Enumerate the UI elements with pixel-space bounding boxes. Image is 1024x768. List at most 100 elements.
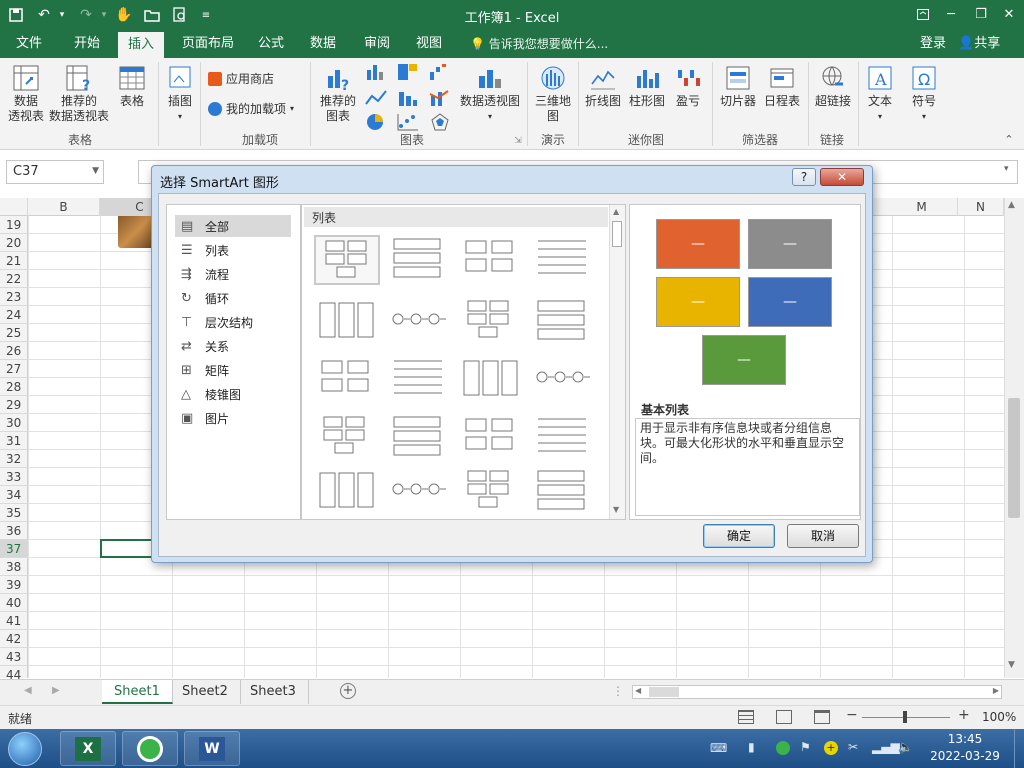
zoom-level[interactable]: 100% (982, 710, 1016, 724)
smartart-layout-thumbnail[interactable] (458, 235, 524, 285)
tab-home[interactable]: 开始 (64, 30, 110, 58)
sparkline-winloss-button[interactable]: 盈亏 (670, 64, 706, 109)
usb-icon[interactable]: ▮ (748, 740, 755, 754)
start-button-icon[interactable] (8, 732, 42, 766)
excel-taskbar-icon[interactable]: X (60, 731, 116, 766)
sheet-tab-2[interactable]: Sheet2 (170, 680, 241, 704)
next-sheet-icon[interactable]: ▶ (52, 685, 60, 696)
redo-dropdown-icon[interactable]: ▾ (94, 5, 114, 25)
clock-date[interactable]: 2022-03-29 (922, 749, 1008, 763)
tray-flag-icon[interactable]: ⚑ (800, 740, 811, 754)
row-header[interactable]: 37 (0, 540, 28, 558)
tab-page-layout[interactable]: 页面布局 (172, 30, 244, 58)
category-item[interactable]: ⊞ 矩阵 (175, 359, 291, 381)
normal-view-icon[interactable] (738, 710, 754, 724)
scroll-down-icon[interactable]: ▼ (1008, 660, 1015, 670)
row-header[interactable]: 26 (0, 342, 28, 360)
page-layout-view-icon[interactable] (776, 710, 792, 724)
3d-map-button[interactable]: 三维地 图 (532, 64, 574, 124)
tab-data[interactable]: 数据 (300, 30, 346, 58)
tray-app-icon[interactable] (776, 741, 790, 755)
undo-dropdown-icon[interactable]: ▾ (52, 5, 72, 25)
zoom-out-icon[interactable]: − (846, 707, 858, 723)
help-button[interactable]: ? (792, 168, 816, 186)
symbol-button[interactable]: Ω 符号 ▾ (906, 64, 942, 124)
row-header[interactable]: 30 (0, 414, 28, 432)
illustrations-button[interactable]: 插图 ▾ (162, 64, 198, 124)
open-icon[interactable] (142, 5, 162, 25)
gallery-scroll-down-icon[interactable]: ▼ (613, 505, 619, 514)
smartart-layout-thumbnail[interactable] (386, 355, 452, 405)
horizontal-scrollbar[interactable]: ◀ ▶ (632, 685, 1002, 699)
show-desktop-button[interactable] (1014, 729, 1024, 768)
tab-split-handle[interactable]: ⋮ (612, 684, 624, 698)
row-header[interactable]: 40 (0, 594, 28, 612)
gallery-scroll-thumb[interactable] (612, 221, 622, 247)
category-item[interactable]: ⇶ 流程 (175, 263, 291, 285)
smartart-layout-thumbnail[interactable] (314, 467, 380, 517)
touch-mode-icon[interactable]: ✋ (114, 5, 134, 25)
smartart-layout-thumbnail[interactable] (458, 297, 524, 347)
customize-icon[interactable]: ≡ (196, 5, 216, 25)
word-taskbar-icon[interactable]: W (184, 731, 240, 766)
pivot-chart-button[interactable]: 数据透视图 ▾ (458, 64, 522, 124)
smartart-layout-thumbnail[interactable] (458, 413, 524, 463)
row-header[interactable]: 22 (0, 270, 28, 288)
row-header[interactable]: 29 (0, 396, 28, 414)
smartart-layout-thumbnail[interactable] (530, 297, 596, 347)
zoom-slider-thumb[interactable] (903, 711, 907, 723)
column-header-m[interactable]: M (886, 198, 958, 216)
category-item[interactable]: △ 棱锥图 (175, 383, 291, 405)
hyperlink-button[interactable]: 超链接 (812, 64, 854, 109)
scroll-left-icon[interactable]: ◀ (635, 686, 641, 695)
row-header[interactable]: 43 (0, 648, 28, 666)
vertical-scrollbar[interactable]: ▲ ▼ (1004, 198, 1024, 678)
scroll-right-icon[interactable]: ▶ (993, 686, 999, 695)
horizontal-scroll-thumb[interactable] (649, 687, 679, 697)
smartart-layout-thumbnail[interactable] (458, 467, 524, 517)
recommended-charts-button[interactable]: ? 推荐的 图表 (316, 64, 360, 124)
undo-icon[interactable]: ↶ (34, 5, 54, 25)
print-preview-icon[interactable] (170, 5, 190, 25)
smartart-layout-thumbnail[interactable] (314, 297, 380, 347)
category-item[interactable]: ▤ 全部 (175, 215, 291, 237)
sparkline-column-button[interactable]: 柱形图 (626, 64, 668, 109)
clock-time[interactable]: 13:45 (930, 732, 1000, 746)
add-sheet-icon[interactable]: + (340, 683, 356, 699)
hierarchy-chart-icon[interactable] (394, 62, 422, 86)
category-item[interactable]: ▣ 图片 (175, 407, 291, 429)
smartart-layout-thumbnail[interactable] (386, 235, 452, 285)
row-header[interactable]: 20 (0, 234, 28, 252)
category-item[interactable]: ☰ 列表 (175, 239, 291, 261)
smartart-layout-thumbnail[interactable] (530, 355, 596, 405)
page-break-view-icon[interactable] (814, 710, 830, 724)
login-link[interactable]: 登录 (920, 30, 946, 58)
tell-me-box[interactable]: 💡 告诉我您想要做什么... (470, 30, 608, 58)
column-header-n[interactable]: N (958, 198, 1004, 216)
gallery-scrollbar[interactable]: ▲ ▼ (609, 205, 625, 519)
expand-formula-icon[interactable]: ▾ (1004, 164, 1009, 174)
scroll-up-icon[interactable]: ▲ (1008, 200, 1015, 210)
row-header[interactable]: 36 (0, 522, 28, 540)
timeline-button[interactable]: 日程表 (760, 64, 804, 109)
row-header[interactable]: 42 (0, 630, 28, 648)
row-header[interactable]: 33 (0, 468, 28, 486)
tab-formulas[interactable]: 公式 (248, 30, 294, 58)
row-header[interactable]: 38 (0, 558, 28, 576)
restore-icon[interactable]: ❐ (970, 4, 992, 24)
tab-file[interactable]: 文件 (6, 30, 52, 58)
row-header[interactable]: 25 (0, 324, 28, 342)
row-header[interactable]: 31 (0, 432, 28, 450)
gallery-scroll-up-icon[interactable]: ▲ (613, 207, 619, 216)
smartart-layout-thumbnail[interactable] (386, 467, 452, 517)
slicer-button[interactable]: 切片器 (716, 64, 760, 109)
recommended-pivot-button[interactable]: ? 推荐的 数据透视表 (48, 64, 110, 124)
row-header[interactable]: 32 (0, 450, 28, 468)
dialog-close-button[interactable]: ✕ (820, 168, 864, 186)
select-all-corner[interactable] (0, 198, 28, 216)
smartart-layout-thumbnail[interactable] (530, 413, 596, 463)
row-header[interactable]: 41 (0, 612, 28, 630)
row-header[interactable]: 19 (0, 216, 28, 234)
vertical-scroll-thumb[interactable] (1008, 398, 1020, 518)
ok-button[interactable]: 确定 (703, 524, 775, 548)
